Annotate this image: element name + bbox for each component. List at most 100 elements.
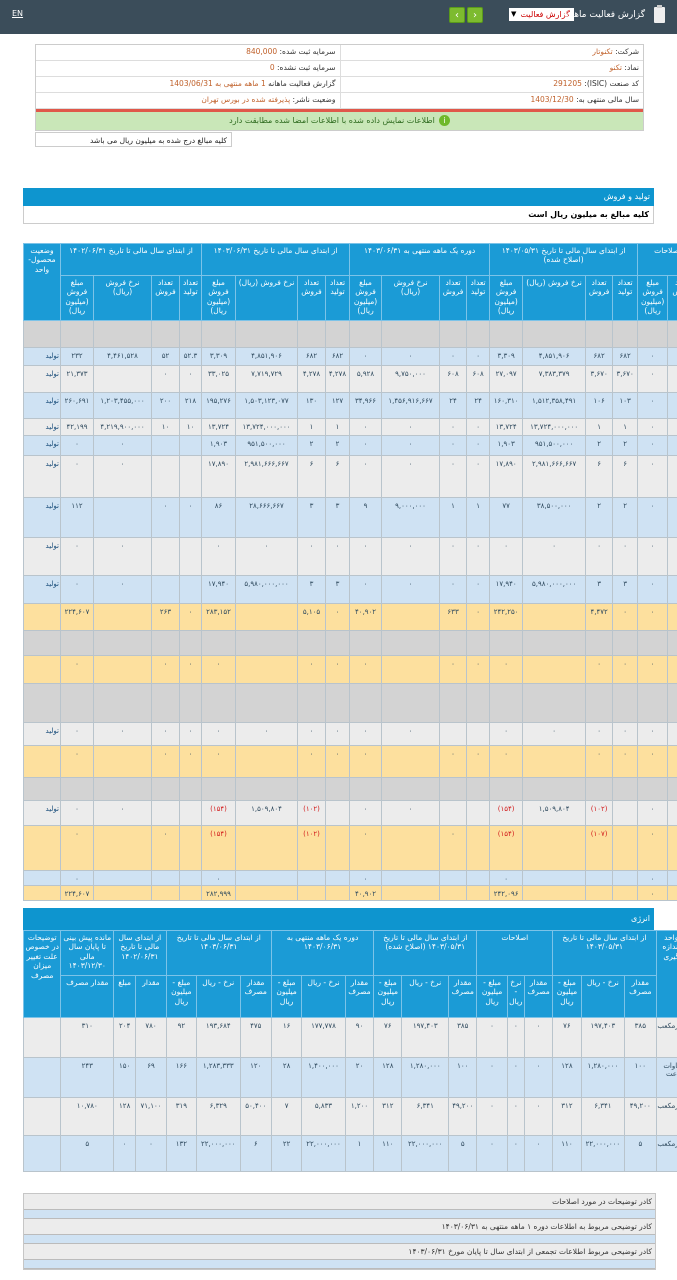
table-cell: ۱	[612, 418, 639, 436]
table-cell: ۰	[489, 745, 524, 778]
table-row: تولید ۰ ۰ ۰ ۰ ۰ ۰ ۰ ۰ ۰ ۰ ۰ ۰ ۰ ۰ ۰	[23, 722, 677, 746]
table-cell: ۰	[178, 722, 203, 746]
table-cell	[93, 320, 152, 348]
table-cell	[93, 870, 152, 886]
table-cell: ۰	[135, 1135, 167, 1172]
table-cell	[381, 777, 441, 801]
comment-field[interactable]	[24, 1209, 655, 1219]
table-cell: ۳۱۰	[60, 1017, 115, 1058]
table-cell: ۰	[349, 870, 383, 886]
column-header: تعداد فروش	[667, 275, 677, 321]
table-cell	[381, 885, 441, 901]
table-cell	[235, 825, 299, 871]
table-row: ۰ ۰ ۰ ۰ ۰	[23, 870, 677, 886]
company-value: تکنوتار	[592, 47, 613, 56]
table-cell	[522, 683, 587, 723]
symbol: نماد: تکنو	[339, 61, 644, 76]
table-row: ۲۲۴,۶۰۷ ۲۸۲,۹۹۹ ۴۰,۹۰۲ ۲۴۲,۰۹۶ ۰	[23, 885, 677, 901]
company-info: شرکت: تکنوتار سرمایه ثبت شده: 840,000 نم…	[35, 44, 644, 131]
table-cell: ۰	[637, 745, 669, 778]
table-cell: ۲۸۲,۹۹۹	[201, 885, 237, 901]
table-cell: ۷	[270, 1097, 303, 1136]
table-cell: ۱۰	[178, 418, 203, 436]
table-cell	[637, 320, 669, 348]
table-cell: ۰	[439, 435, 468, 456]
table-cell	[637, 630, 669, 656]
table-cell	[325, 683, 351, 723]
table-cell: ۱	[585, 418, 614, 436]
table-cell: ۱۲۷	[325, 392, 351, 419]
table-cell	[93, 365, 152, 393]
prev-button[interactable]: ‹	[449, 7, 465, 23]
comment-field[interactable]	[24, 1259, 655, 1269]
column-header: تعداد تولید	[466, 275, 491, 321]
table-cell	[667, 365, 677, 393]
table-cell: ۲	[585, 435, 614, 456]
table-row: تولید ۰ ۰ ۱۷,۸۹۰ ۲,۹۸۱,۶۶۶,۶۶۷ ۶ ۶ ۰ ۰ ۰ ۰ ۱۷,۸۹۰ ۲,…	[23, 455, 677, 498]
status-cell	[23, 320, 61, 348]
table-cell: ۰	[489, 722, 524, 746]
next-button[interactable]: ›	[467, 7, 483, 23]
table-cell: ۳	[297, 497, 327, 538]
table-cell	[178, 885, 203, 901]
table-cell: ۱۲۰	[239, 1057, 272, 1098]
table-row: تولید ۲۶۰,۶۹۱ ۱,۲۰۳,۴۵۵,۰۰۰ ۲۰۰ ۲۱۸ ۱۹۵,۲۷۶ ۱,…	[23, 392, 677, 419]
table-cell: ۰	[325, 537, 351, 576]
energy-group-header: از ابتدای سال مالی تا تاریخ ۱۴۰۳/۰۵/۳۱	[552, 930, 657, 976]
table-cell: ۰	[637, 575, 669, 604]
table-cell: ۹۵۱,۵۰۰,۰۰۰	[235, 435, 299, 456]
table-cell: ۱۲۸	[552, 1057, 582, 1098]
table-cell: ۲۲,۰۰۰,۰۰۰	[580, 1135, 626, 1172]
table-cell: ۰	[466, 418, 491, 436]
info-icon: i	[438, 115, 450, 126]
table-cell: ۰	[489, 870, 524, 886]
table-cell: ۱	[325, 418, 351, 436]
table-cell: ۴۰,۹۰۲	[349, 885, 383, 901]
status-cell	[23, 777, 61, 801]
table-cell: ۲۲,۰۰۰,۰۰۰	[401, 1135, 450, 1172]
status-cell	[23, 745, 61, 778]
table-cell	[667, 722, 677, 746]
table-cell: ۰	[439, 575, 468, 604]
comment-field[interactable]	[24, 1234, 655, 1244]
table-cell: ۲	[585, 497, 614, 538]
table-cell: ۳	[325, 575, 351, 604]
table-cell: ۳,۶۷۰	[612, 365, 639, 393]
table-cell	[667, 435, 677, 456]
isic-value: 291205	[553, 79, 582, 88]
language-toggle[interactable]: EN	[12, 9, 23, 18]
table-cell: ۰	[637, 800, 669, 826]
table-cell: ۱,۹۰۳	[489, 435, 524, 456]
table-cell: ۹	[349, 497, 383, 538]
table-cell: ۰	[201, 745, 237, 778]
table-cell	[151, 630, 180, 656]
table-cell: ۰	[381, 800, 441, 826]
verify-message: iاطلاعات نمایش داده شده با اطلاعات امضا …	[36, 112, 643, 130]
table-cell	[325, 870, 351, 886]
table-cell	[381, 825, 441, 871]
table-cell	[297, 870, 327, 886]
table-cell	[439, 870, 468, 886]
table-cell: ۱	[439, 497, 468, 538]
table-cell	[325, 630, 351, 656]
table-row: ۰ ۰ (۱۵۴) (۱۰۲) ۰ ۰ (۱۵۴) (۱۰۷) ۰	[23, 825, 677, 871]
table-row: تولید ۱۱۲ ۰ ۰ ۸۶ ۲۸,۶۶۶,۶۶۷ ۳ ۳ ۹ ۹,۰۰۰,۰۰۰ ۱ ۱ ۷۷ ۳۸…	[23, 497, 677, 538]
table-cell: ۰	[476, 1017, 508, 1058]
verify-text: اطلاعات نمایش داده شده با اطلاعات امضا ش…	[229, 116, 435, 125]
table-cell: ۷۱,۱۰۰	[135, 1097, 167, 1136]
table-cell: ۰	[297, 745, 327, 778]
table-cell	[522, 885, 587, 901]
table-cell	[325, 885, 351, 901]
table-cell: ۶۰۸	[466, 365, 491, 393]
column-header: نرخ فروش (ریال)	[235, 275, 299, 321]
column-header: مقدار مصرف	[448, 975, 478, 1018]
table-cell	[667, 575, 677, 604]
table-cell	[522, 655, 587, 684]
table-cell	[667, 630, 677, 656]
table-cell: ۰	[93, 722, 152, 746]
table-cell: ۲۲,۰۰۰,۰۰۰	[301, 1135, 346, 1172]
table-cell: (۱۵۴)	[201, 825, 237, 871]
table-cell	[325, 320, 351, 348]
energy-group-header: واحد اندازه گیری	[655, 930, 677, 1018]
table-cell: ۰	[60, 655, 94, 684]
